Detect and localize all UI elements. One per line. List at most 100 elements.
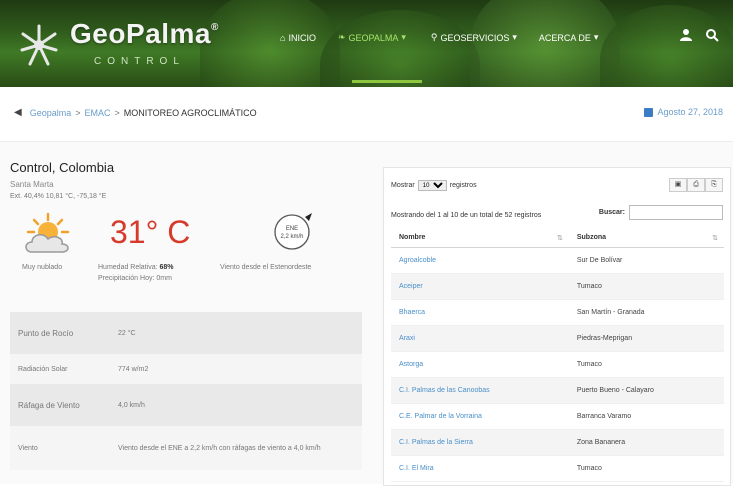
station-link[interactable]: C.I. Palmas de las Canoobas [391, 377, 569, 404]
station-link[interactable]: C.E. Palmar de la Vorraina [391, 403, 569, 430]
nav-label: INICIO [288, 32, 316, 43]
subzona-cell: Sur De Bolívar [568, 247, 724, 274]
stations-table-panel: Mostrar 10 registros ▣ ⎙ ⎘ Buscar: Mostr… [383, 167, 731, 486]
search-label: Buscar: [598, 209, 625, 216]
station-link[interactable]: C.I. El Mira [391, 455, 569, 482]
chevron-down-icon: ▾ [401, 32, 406, 42]
breadcrumb-link-emac[interactable]: EMAC [85, 108, 111, 118]
breadcrumb-link-geopalma[interactable]: Geopalma [30, 108, 72, 118]
table-row: Aceiper Tumaco [391, 273, 724, 300]
subzona-cell: Piedras-Meprigan [568, 325, 724, 352]
location-title: Control, Colombia [10, 160, 115, 175]
table-row: C.E. Palmar de la Vorraina Barranca Varam… [391, 403, 724, 430]
subzona-cell: San Martín - Granada [568, 299, 724, 326]
column-header-nombre[interactable]: Nombre ⇅ [391, 228, 569, 248]
station-link[interactable]: Bhaerca [391, 299, 569, 326]
temperature: 31° C [110, 214, 191, 250]
table-row: Agroalcoble Sur De Bolívar [391, 247, 724, 274]
stations-table: Nombre ⇅ Subzona ⇅ Agroalcoble Sur De Bolív… [391, 228, 724, 482]
detail-value: Viento desde el ENE a 2,2 km/h con ráfag… [118, 444, 321, 452]
nav-acerca-de[interactable]: ACERCA DE ▾ [539, 32, 599, 43]
search-icon[interactable] [705, 28, 719, 42]
station-link[interactable]: Araxi [391, 325, 569, 352]
main-nav: ⌂ INICIO ❧ GEOPALMA ▾ ⚲ GEOSERVICIOS ▾ A… [280, 32, 598, 43]
station-link[interactable]: Agroalcoble [391, 247, 569, 274]
location-place: Santa Marta [10, 180, 54, 189]
brand-subtitle: CONTROL [94, 56, 185, 67]
leaf-icon: ❧ [337, 32, 346, 42]
cloudy-sun-icon [25, 212, 70, 253]
table-info: Mostrando del 1 al 10 de un total de 52 … [391, 212, 542, 219]
calendar-icon [644, 107, 654, 117]
chevron-down-icon: ▾ [512, 32, 517, 42]
nav-label: ACERCA DE [538, 32, 591, 43]
weather-details-table: Punto de Rocío 22 °C Radiación Solar 774… [10, 312, 362, 470]
palm-leaf-logo-icon [20, 24, 58, 66]
breadcrumb-bar: ◀ Geopalma > EMAC > MONITOREO AGROCLIMÁT… [0, 87, 733, 142]
copy-button[interactable]: ⎘ [705, 178, 723, 192]
location-coords: Ext. 40,4% 10,81 °C, -75,18 °E [10, 193, 107, 200]
detail-row: Punto de Rocío 22 °C [10, 312, 362, 354]
station-link[interactable]: Aceiper [391, 273, 569, 300]
subzona-cell: Zona Bananera [568, 429, 724, 456]
back-arrow-icon[interactable]: ◀ [14, 107, 22, 118]
sort-icon: ⇅ [556, 235, 563, 242]
subzona-cell: Tumaco [568, 273, 724, 300]
breadcrumb: ◀ Geopalma > EMAC > MONITOREO AGROCLIMÁT… [14, 107, 257, 118]
subzona-cell: Barranca Varamo [568, 403, 724, 430]
table-row: C.I. Palmas de las Canoobas Puerto Bueno … [391, 377, 724, 404]
subzona-cell: Tumaco [568, 455, 724, 482]
detail-row: Ráfaga de Viento 4,0 km/h [10, 384, 362, 426]
detail-key: Ráfaga de Viento [18, 400, 80, 410]
detail-key: Punto de Rocío [18, 328, 74, 338]
table-row: C.I. Palmas de la Sierra Zona Bananera [391, 429, 724, 456]
compass-speed: 2,2 km/h [280, 234, 303, 240]
nav-inicio[interactable]: ⌂ INICIO [280, 32, 316, 43]
subzona-cell: Puerto Bueno - Calayaro [568, 377, 724, 404]
detail-value: 4,0 km/h [118, 401, 145, 409]
home-icon: ⌂ [280, 32, 286, 43]
site-header: GeoPalma® CONTROL ⌂ INICIO ❧ GEOPALMA ▾ … [0, 0, 733, 87]
user-icon[interactable] [679, 28, 693, 42]
station-link[interactable]: C.I. Palmas de la Sierra [391, 429, 569, 456]
table-row: C.I. El Mira Tumaco [391, 455, 724, 482]
detail-row: Viento Viento desde el ENE a 2,2 km/h co… [10, 426, 362, 470]
compass-direction: ENE [286, 226, 298, 232]
detail-value: 22 °C [118, 329, 136, 337]
chevron-down-icon: ▾ [593, 32, 599, 42]
detail-key: Radiación Solar [18, 365, 68, 373]
print-button[interactable]: ⎙ [687, 178, 705, 192]
geopalma-logo[interactable]: GeoPalma® CONTROL [14, 14, 218, 74]
station-link[interactable]: Astorga [391, 351, 569, 378]
wind-compass-icon: ENE 2,2 km/h [274, 213, 312, 250]
detail-key: Viento [18, 444, 38, 452]
page-length-control: Mostrar 10 registros [391, 180, 477, 191]
date-text: Agosto 27, 2018 [657, 107, 723, 117]
table-row: Astorga Tumaco [391, 351, 724, 378]
table-header-row: Nombre ⇅ Subzona ⇅ [391, 228, 724, 248]
table-row: Araxi Piedras-Meprigan [391, 325, 724, 352]
export-excel-button[interactable]: ▣ [669, 178, 687, 192]
wind-text: Viento desde el Estenordeste [220, 264, 312, 271]
breadcrumb-current: MONITOREO AGROCLIMÁTICO [123, 107, 257, 118]
nav-geoservicios[interactable]: ⚲ GEOSERVICIOS ▾ [431, 32, 517, 43]
sort-icon: ⇅ [712, 235, 718, 242]
breadcrumb-separator: > [75, 107, 81, 118]
active-nav-indicator [352, 80, 422, 83]
map-pin-icon: ⚲ [430, 32, 438, 42]
page-length-select[interactable]: 10 [417, 180, 447, 191]
table-row: Bhaerca San Martín - Granada [391, 299, 724, 326]
nav-label: GEOSERVICIOS [440, 32, 510, 43]
column-header-subzona[interactable]: Subzona ⇅ [568, 228, 724, 248]
breadcrumb-separator: > [114, 107, 120, 118]
show-label: Mostrar [391, 182, 415, 189]
table-search: Buscar: [599, 205, 723, 220]
search-input[interactable] [629, 205, 723, 220]
detail-value: 774 w/m2 [118, 365, 149, 373]
nav-geopalma[interactable]: ❧ GEOPALMA ▾ [338, 32, 409, 43]
current-date: Agosto 27, 2018 [644, 107, 723, 117]
subzona-cell: Tumaco [568, 351, 724, 378]
weather-summary: 31° C ENE 2,2 km/h Muy nublado Humedad R… [10, 208, 365, 286]
precipitation: Precipitación Hoy: 0mm [98, 275, 172, 282]
nav-label: GEOPALMA [348, 32, 399, 43]
